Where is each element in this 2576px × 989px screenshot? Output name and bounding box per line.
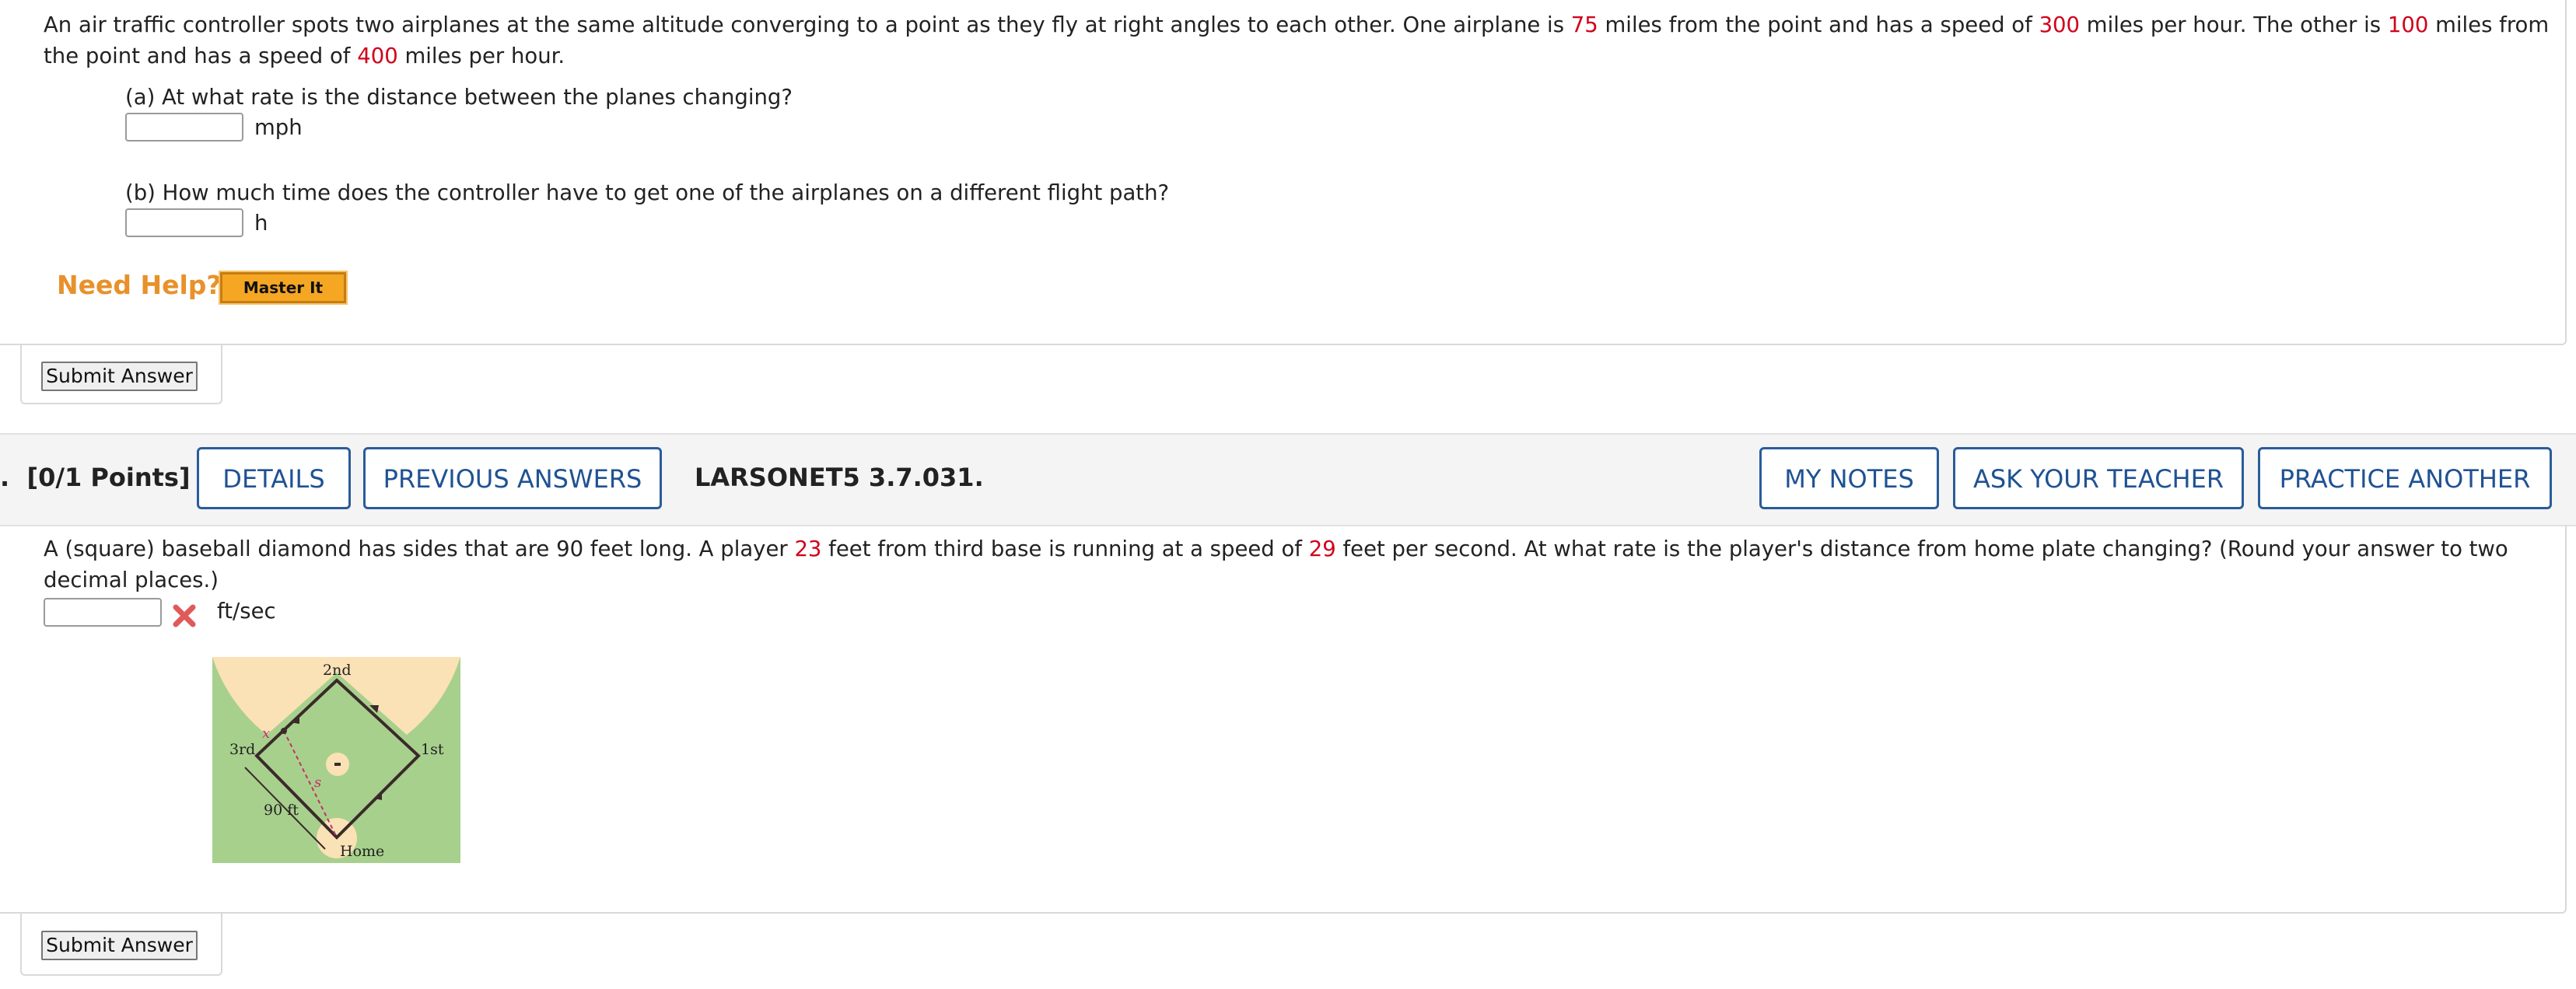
part-b-question: (b) How much time does the controller ha… [125,180,1170,205]
master-it-button[interactable]: Master It [219,271,348,305]
problem1-value-distance2: 100 [2387,12,2429,37]
incorrect-x-icon [173,604,196,627]
problem1-text-2: miles from the point and has a speed of [1598,12,2039,37]
figure-label-s: s [314,774,321,791]
problem1-statement: An air traffic controller spots two airp… [44,9,2556,72]
figure-label-2nd: 2nd [323,662,352,679]
problem2-text-1: A (square) baseball diamond has sides th… [44,536,795,561]
figure-label-x: x [262,725,270,742]
problem2-points: . [0/1 Points] [0,463,191,492]
figure-label-1st: 1st [421,741,444,758]
baseball-diamond-figure: 2nd 3rd 1st Home 90 ft x s [212,657,460,863]
my-notes-button[interactable]: MY NOTES [1759,447,1939,509]
details-button[interactable]: DETAILS [197,447,351,509]
problem2-value-speed: 29 [1308,536,1336,561]
problem2-submit-button[interactable]: Submit Answer [41,931,198,960]
problem-code: LARSONET5 3.7.031. [695,463,984,492]
problem2-value-distance: 23 [794,536,822,561]
problem2-points-text: [0/1 Points] [26,463,191,492]
problem1-text-1: An air traffic controller spots two airp… [44,12,1571,37]
previous-answers-button[interactable]: PREVIOUS ANSWERS [363,447,662,509]
problem2-text-2: feet from third base is running at a spe… [821,536,1309,561]
need-help-label: Need Help? [57,270,222,300]
practice-another-button[interactable]: PRACTICE ANOTHER [2258,447,2552,509]
problem2-answer-input[interactable] [44,598,162,627]
part-a-answer-input[interactable] [125,113,243,142]
part-a-question: (a) At what rate is the distance between… [125,85,793,110]
problem2-statement: A (square) baseball diamond has sides th… [44,533,2556,596]
figure-player [281,728,287,734]
problem1-value-speed1: 300 [2039,12,2081,37]
part-b-unit: h [254,211,268,236]
figure-label-90ft: 90 ft [264,802,299,819]
problem2-unit: ft/sec [217,599,276,624]
part-a-unit: mph [254,115,303,140]
figure-pitcher-rubber [334,763,341,766]
part-b-answer-input[interactable] [125,208,243,237]
ask-your-teacher-button[interactable]: ASK YOUR TEACHER [1953,447,2244,509]
problem2-number: . [0,463,10,492]
problem1-submit-button[interactable]: Submit Answer [41,362,198,391]
problem1-value-distance1: 75 [1570,12,1598,37]
problem1-text-3: miles per hour. The other is [2080,12,2388,37]
figure-label-3rd: 3rd [229,741,255,758]
problem1-value-speed2: 400 [357,44,398,68]
figure-label-home: Home [340,843,384,860]
problem1-text-5: miles per hour. [397,44,565,68]
